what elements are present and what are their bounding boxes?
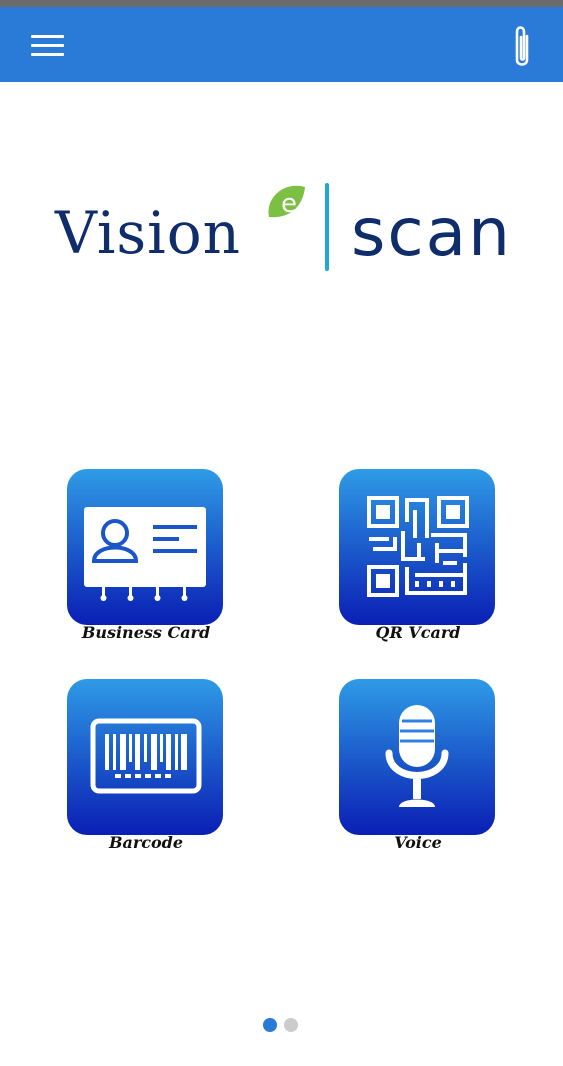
qr-vcard-label: QR Vcard [375, 623, 461, 642]
business-card-button[interactable] [67, 469, 223, 625]
logo-scan-text: scan [351, 194, 512, 271]
logo-divider [325, 183, 329, 271]
barcode-tile[interactable]: Barcode [67, 679, 225, 852]
page-indicator [263, 1018, 303, 1032]
paperclip-icon [515, 26, 529, 66]
barcode-icon [90, 718, 202, 794]
qr-code-icon [367, 496, 469, 597]
barcode-label: Barcode [108, 833, 184, 852]
logo-e-leaf-icon: e [268, 185, 305, 219]
vision-scan-logo: e Vision scan [55, 175, 510, 280]
logo-vision-text: Vision [55, 199, 242, 267]
voice-button[interactable] [339, 679, 495, 835]
attach-button[interactable] [502, 22, 542, 72]
business-card-label: Business Card [81, 623, 211, 642]
business-card-tile[interactable]: Business Card [67, 469, 225, 642]
voice-label: Voice [394, 833, 442, 852]
id-card-icon [84, 507, 206, 601]
page-dot-active[interactable] [263, 1018, 277, 1032]
barcode-button[interactable] [67, 679, 223, 835]
qr-vcard-tile[interactable]: QR Vcard [339, 469, 497, 642]
app-bar [0, 7, 563, 82]
page-dot-inactive[interactable] [284, 1018, 298, 1032]
qr-vcard-button[interactable] [339, 469, 495, 625]
voice-tile[interactable]: Voice [339, 679, 497, 852]
microphone-icon [385, 705, 449, 807]
menu-button[interactable] [22, 25, 72, 65]
logo-e-letter: e [281, 189, 297, 219]
status-bar [0, 0, 563, 7]
